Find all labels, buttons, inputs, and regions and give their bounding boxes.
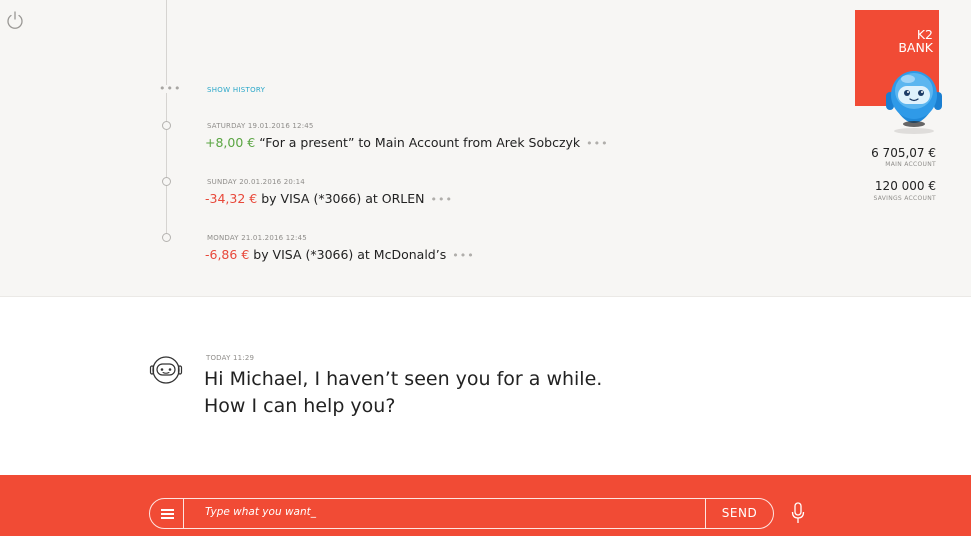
transaction-more-icon[interactable]: ••• (586, 137, 608, 150)
transaction-date: MONDAY 21.01.2016 12:45 (207, 234, 307, 242)
transaction-more-icon[interactable]: ••• (431, 193, 453, 206)
power-icon[interactable] (5, 10, 25, 30)
main-account-label: MAIN ACCOUNT (885, 161, 936, 168)
transaction-row: -6,86 € by VISA (*3066) at McDonald’s ••• (205, 247, 475, 262)
savings-account-balance: 120 000 € (874, 179, 936, 193)
show-history-link[interactable]: SHOW HISTORY (207, 86, 265, 94)
brand-name: K2 BANK (898, 28, 933, 54)
transaction-description: by VISA (*3066) at ORLEN (257, 191, 425, 206)
transaction-row: -34,32 € by VISA (*3066) at ORLEN ••• (205, 191, 453, 206)
menu-icon (161, 517, 174, 519)
robot-mascot (886, 71, 942, 134)
bot-message-line: How I can help you? (204, 395, 396, 417)
timeline-node (162, 177, 171, 186)
timeline-more-icon: ••• (159, 82, 182, 95)
timeline-node (162, 233, 171, 242)
transaction-amount: -34,32 € (205, 191, 258, 206)
bot-avatar-icon (149, 356, 183, 384)
timeline-line (166, 0, 167, 238)
transaction-amount: -6,86 € (205, 247, 250, 262)
timeline-node (162, 121, 171, 130)
transaction-date: SUNDAY 20.01.2016 20:14 (207, 178, 305, 186)
menu-button[interactable] (150, 499, 184, 528)
microphone-icon[interactable] (791, 502, 805, 524)
menu-icon (161, 509, 174, 511)
transaction-row: +8,00 € “For a present” to Main Account … (205, 135, 609, 150)
menu-icon (161, 513, 174, 515)
message-timestamp: TODAY 11:29 (206, 354, 255, 362)
bot-message-line: Hi Michael, I haven’t seen you for a whi… (204, 368, 603, 390)
message-input[interactable] (205, 506, 695, 518)
composer-pill: SEND (149, 498, 774, 529)
brand-name-line2: BANK (898, 40, 933, 55)
transaction-date: SATURDAY 19.01.2016 12:45 (207, 122, 314, 130)
send-button[interactable]: SEND (705, 499, 773, 528)
savings-account-label: SAVINGS ACCOUNT (873, 195, 936, 202)
transaction-description: by VISA (*3066) at McDonald’s (249, 247, 447, 262)
history-panel: ••• SHOW HISTORY SATURDAY 19.01.2016 12:… (0, 0, 971, 297)
main-account-balance: 6 705,07 € (871, 146, 936, 160)
transaction-more-icon[interactable]: ••• (452, 249, 474, 262)
transaction-description: “For a present” to Main Account from Are… (255, 135, 581, 150)
transaction-amount: +8,00 € (205, 135, 256, 150)
message-composer: SEND (0, 475, 971, 536)
